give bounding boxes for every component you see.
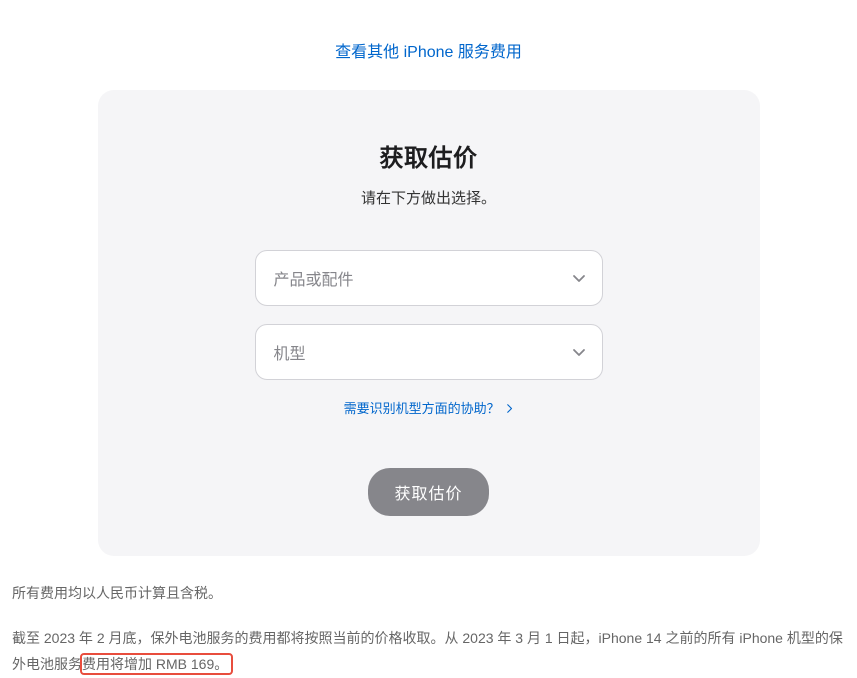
get-estimate-button[interactable]: 获取估价 bbox=[368, 468, 488, 516]
help-link-label: 需要识别机型方面的协助？ bbox=[344, 401, 500, 416]
identify-model-help-link[interactable]: 需要识别机型方面的协助？ bbox=[344, 401, 514, 416]
product-select[interactable]: 产品或配件 bbox=[255, 250, 603, 306]
top-link-container: 查看其他 iPhone 服务费用 bbox=[0, 0, 857, 90]
footer-line1: 所有费用均以人民币计算且含税。 bbox=[12, 580, 845, 607]
product-select-placeholder: 产品或配件 bbox=[274, 266, 354, 290]
chevron-down-icon bbox=[572, 345, 586, 359]
card-title: 获取估价 bbox=[138, 138, 720, 173]
chevron-down-icon bbox=[572, 271, 586, 285]
view-other-services-link[interactable]: 查看其他 iPhone 服务费用 bbox=[335, 44, 522, 61]
chevron-right-icon bbox=[507, 404, 513, 416]
estimate-card: 获取估价 请在下方做出选择。 产品或配件 机型 需要识别机型方面的协助？ 获取估… bbox=[98, 90, 760, 556]
model-select[interactable]: 机型 bbox=[255, 324, 603, 380]
product-select-wrapper: 产品或配件 bbox=[255, 250, 603, 306]
model-select-wrapper: 机型 bbox=[255, 324, 603, 380]
help-link-container: 需要识别机型方面的协助？ bbox=[138, 398, 720, 418]
card-subtitle: 请在下方做出选择。 bbox=[138, 187, 720, 208]
footer-line2: 截至 2023 年 2 月底，保外电池服务的费用都将按照当前的价格收取。从 20… bbox=[12, 625, 845, 678]
model-select-placeholder: 机型 bbox=[274, 340, 306, 364]
price-increase-highlight: 费用将增加 RMB 169。 bbox=[80, 653, 233, 675]
footer-text: 所有费用均以人民币计算且含税。 截至 2023 年 2 月底，保外电池服务的费用… bbox=[0, 556, 857, 678]
